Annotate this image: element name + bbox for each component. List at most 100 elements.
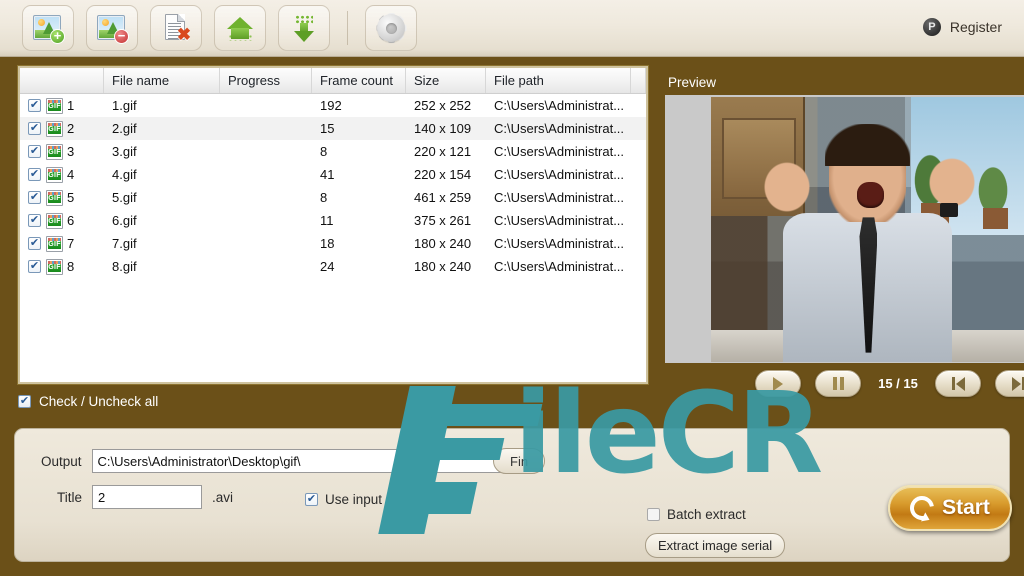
table-row[interactable]: ✔ GIF 3 3.gif 8 220 x 121 C:\Users\Administrat… — [20, 140, 646, 163]
gif-file-icon: GIF — [46, 143, 63, 160]
row-checkbox[interactable]: ✔ — [28, 99, 41, 112]
cell-file-name: 7.gif — [112, 236, 137, 251]
gif-file-icon: GIF — [46, 212, 63, 229]
row-check-cell[interactable]: ✔ GIF 6 — [20, 212, 104, 229]
refresh-circular-arrow-icon — [905, 491, 939, 525]
register-button[interactable]: P Register — [922, 18, 1002, 36]
use-input-path-label: Use input p — [325, 492, 394, 507]
row-check-cell[interactable]: ✔ GIF 2 — [20, 120, 104, 137]
column-header-size[interactable]: Size — [406, 68, 486, 93]
play-icon — [773, 376, 783, 391]
row-index: 4 — [67, 167, 75, 182]
title-row: Title 2 .avi — [57, 485, 233, 509]
cell-file-path: C:\Users\Administrat... — [494, 236, 625, 251]
skip-previous-icon — [951, 376, 965, 391]
column-header-progress[interactable]: Progress — [220, 68, 312, 93]
cell-file-name: 8.gif — [112, 259, 137, 274]
gif-file-icon: GIF — [46, 120, 63, 137]
row-check-cell[interactable]: ✔ GIF 8 — [20, 258, 104, 275]
frame-counter: 15 / 15 — [878, 376, 918, 391]
row-checkbox[interactable]: ✔ — [28, 260, 41, 273]
title-suffix: .avi — [212, 489, 234, 505]
previous-button[interactable] — [935, 370, 981, 397]
preview-image — [711, 97, 1024, 362]
row-index: 5 — [67, 190, 75, 205]
cell-size: 220 x 154 — [414, 167, 472, 182]
table-row[interactable]: ✔ GIF 1 1.gif 192 252 x 252 C:\Users\Administr… — [20, 94, 646, 117]
cell-size: 180 x 240 — [414, 236, 472, 251]
application-window: + − ✖ P Register File name Progress Fram… — [0, 0, 1024, 576]
cell-file-path: C:\Users\Administrat... — [494, 190, 625, 205]
register-label: Register — [949, 19, 1002, 35]
image-remove-icon: − — [97, 14, 129, 44]
table-row[interactable]: ✔ GIF 8 8.gif 24 180 x 240 C:\Users\Administra… — [20, 255, 646, 278]
row-index: 6 — [67, 213, 75, 228]
play-button[interactable] — [755, 370, 801, 397]
find-button[interactable]: Fin — [493, 448, 546, 474]
row-checkbox[interactable]: ✔ — [28, 145, 41, 158]
row-index: 8 — [67, 259, 75, 274]
row-index: 1 — [67, 98, 75, 113]
column-header-frame-count[interactable]: Frame count — [312, 68, 406, 93]
gear-icon — [376, 13, 406, 43]
table-row[interactable]: ✔ GIF 2 2.gif 15 140 x 109 C:\Users\Administra… — [20, 117, 646, 140]
batch-extract-option[interactable]: ✔ Batch extract — [647, 507, 746, 522]
row-checkbox[interactable]: ✔ — [28, 214, 41, 227]
row-checkbox[interactable]: ✔ — [28, 191, 41, 204]
pause-icon — [832, 377, 844, 390]
row-check-cell[interactable]: ✔ GIF 5 — [20, 189, 104, 206]
table-row[interactable]: ✔ GIF 4 4.gif 41 220 x 154 C:\Users\Administra… — [20, 163, 646, 186]
row-check-cell[interactable]: ✔ GIF 4 — [20, 166, 104, 183]
row-index: 2 — [67, 121, 75, 136]
column-header-check[interactable] — [20, 68, 104, 93]
remove-image-button[interactable]: − — [86, 5, 138, 51]
use-input-path-option[interactable]: ✔ Use input p — [305, 492, 393, 507]
cell-frame-count: 18 — [320, 236, 335, 251]
clear-list-button[interactable]: ✖ — [150, 5, 202, 51]
column-header-tail[interactable] — [631, 68, 646, 93]
green-down-arrow-icon — [291, 14, 317, 42]
batch-extract-checkbox[interactable]: ✔ — [647, 508, 660, 521]
cell-file-path: C:\Users\Administrat... — [494, 167, 625, 182]
toolbar-separator — [347, 11, 348, 45]
cell-file-path: C:\Users\Administrat... — [494, 98, 625, 113]
start-button[interactable]: Start — [888, 485, 1012, 531]
output-path-input[interactable]: C:\Users\Administrator\Desktop\gif\ — [91, 449, 512, 473]
column-header-file-path[interactable]: File path — [486, 68, 631, 93]
cell-size: 220 x 121 — [414, 144, 472, 159]
column-header-file-name[interactable]: File name — [104, 68, 220, 93]
title-input[interactable]: 2 — [92, 485, 203, 509]
check-all-checkbox[interactable]: ✔ — [18, 395, 31, 408]
cell-size: 180 x 240 — [414, 259, 472, 274]
extract-home-button[interactable] — [214, 5, 266, 51]
cell-file-name: 4.gif — [112, 167, 137, 182]
cell-file-name: 1.gif — [112, 98, 137, 113]
row-check-cell[interactable]: ✔ GIF 3 — [20, 143, 104, 160]
pause-button[interactable] — [815, 370, 861, 397]
download-button[interactable] — [278, 5, 330, 51]
toolbar-button-group: + − ✖ — [0, 5, 417, 51]
cell-file-name: 6.gif — [112, 213, 137, 228]
settings-button[interactable] — [365, 5, 417, 51]
row-checkbox[interactable]: ✔ — [28, 237, 41, 250]
preview-panel[interactable] — [665, 95, 1024, 363]
row-index: 7 — [67, 236, 75, 251]
row-checkbox[interactable]: ✔ — [28, 168, 41, 181]
extract-image-serial-button[interactable]: Extract image serial — [645, 533, 786, 558]
row-check-cell[interactable]: ✔ GIF 1 — [20, 97, 104, 114]
next-button[interactable] — [995, 370, 1024, 397]
cell-frame-count: 11 — [320, 213, 334, 228]
batch-extract-label: Batch extract — [667, 507, 746, 522]
row-check-cell[interactable]: ✔ GIF 7 — [20, 235, 104, 252]
check-uncheck-all[interactable]: ✔ Check / Uncheck all — [18, 394, 158, 409]
cell-file-path: C:\Users\Administrat... — [494, 144, 625, 159]
table-row[interactable]: ✔ GIF 5 5.gif 8 461 x 259 C:\Users\Administrat… — [20, 186, 646, 209]
cell-size: 461 x 259 — [414, 190, 472, 205]
use-input-path-checkbox[interactable]: ✔ — [305, 493, 318, 506]
add-image-button[interactable]: + — [22, 5, 74, 51]
row-checkbox[interactable]: ✔ — [28, 122, 41, 135]
green-house-icon — [226, 15, 254, 41]
gif-file-icon: GIF — [46, 258, 63, 275]
table-row[interactable]: ✔ GIF 6 6.gif 11 375 x 261 C:\Users\Administra… — [20, 209, 646, 232]
table-row[interactable]: ✔ GIF 7 7.gif 18 180 x 240 C:\Users\Administra… — [20, 232, 646, 255]
